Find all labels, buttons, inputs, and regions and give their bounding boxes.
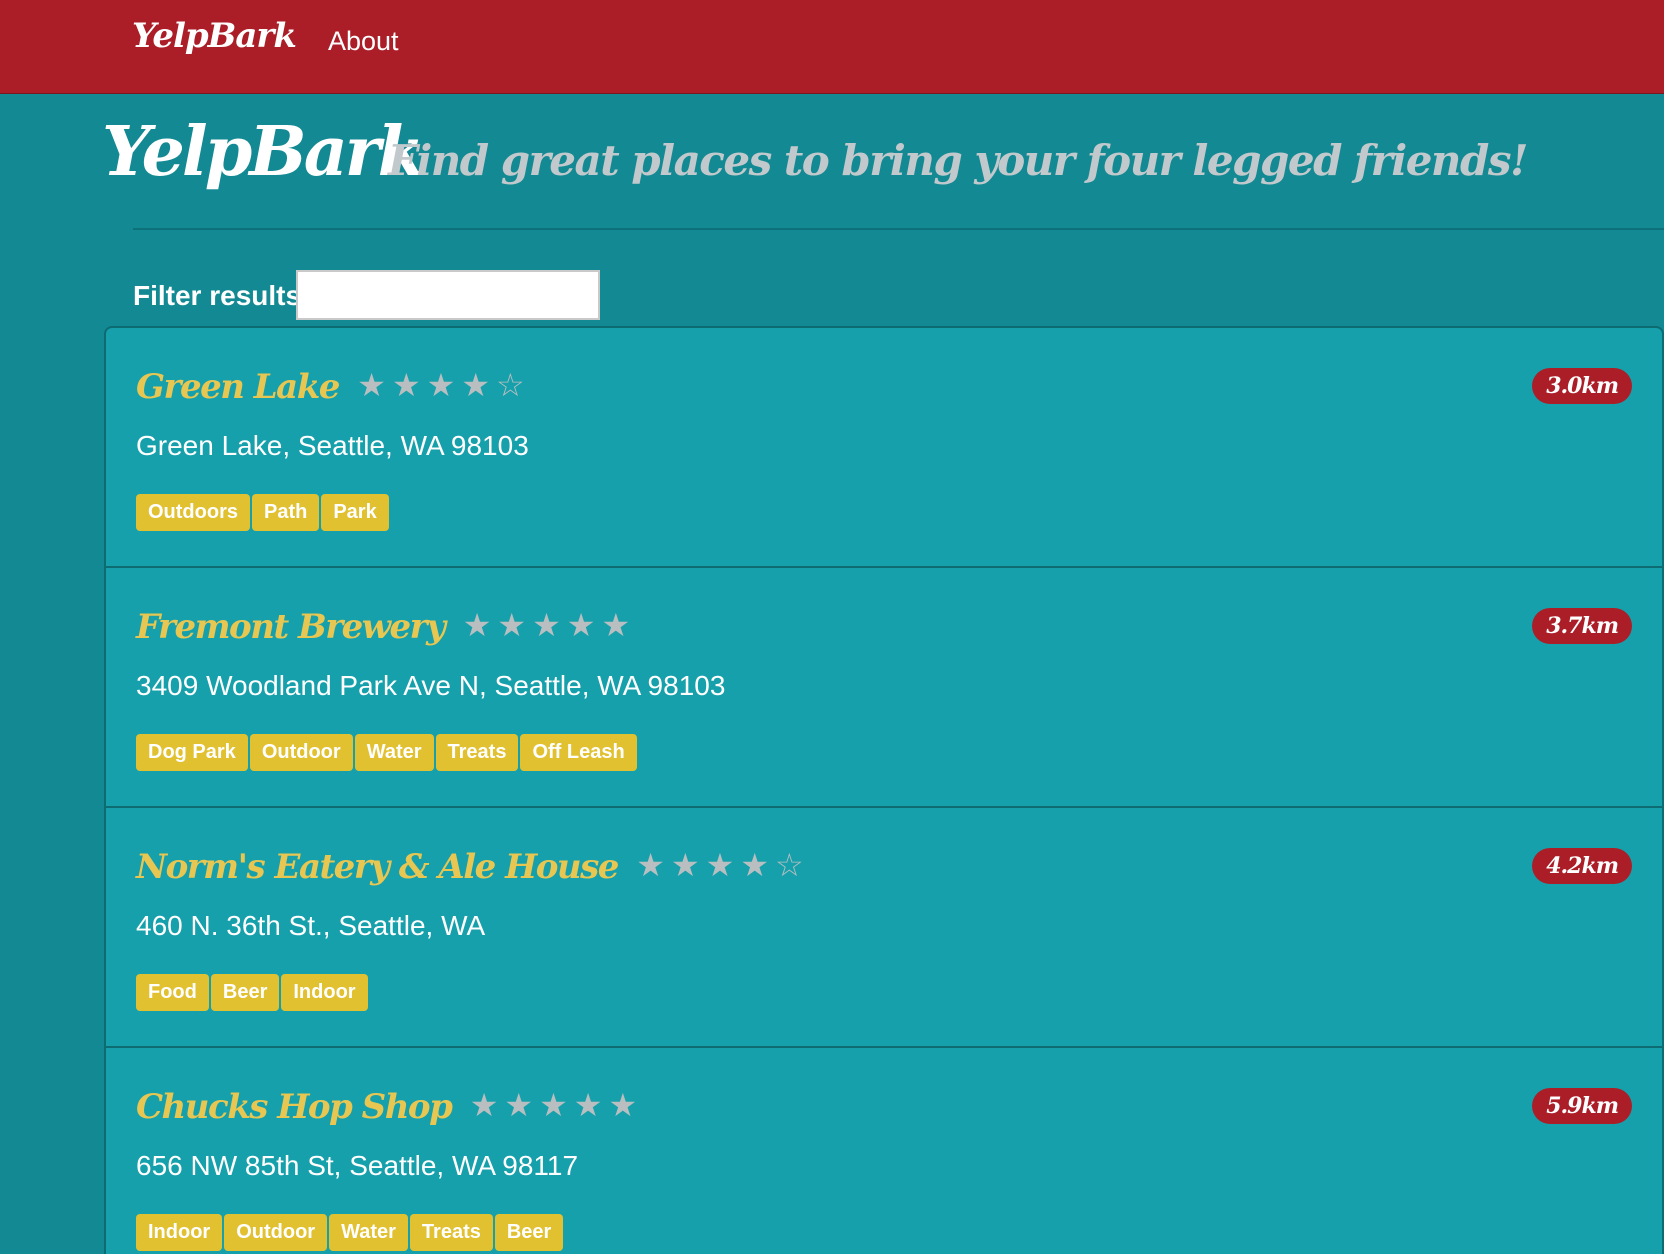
star-filled-icon: ★	[670, 846, 706, 884]
distance-badge: 5.9km	[1532, 1088, 1632, 1124]
tag-list: Indoor Outdoor Water Treats Beer	[136, 1214, 565, 1251]
star-filled-icon: ★	[462, 606, 498, 644]
star-filled-icon: ★	[705, 846, 741, 884]
star-filled-icon: ★	[391, 366, 427, 404]
filter-input[interactable]	[296, 270, 600, 320]
tag: Indoor	[281, 974, 368, 1011]
tag: Beer	[494, 1214, 564, 1251]
tag-list: Outdoors Path Park	[136, 494, 391, 531]
place-name: Norm's Eatery & Ale House	[136, 847, 619, 887]
star-empty-icon: ☆	[496, 366, 531, 404]
page-tagline: Find great places to bring your four leg…	[388, 136, 1528, 185]
place-address: 3409 Woodland Park Ave N, Seattle, WA 98…	[136, 670, 726, 701]
nav-about-link[interactable]: About	[328, 26, 399, 57]
star-rating: ★★★★★	[470, 1086, 643, 1124]
navbar-brand-link[interactable]: YelpBark	[132, 16, 297, 56]
filter-label: Filter results	[133, 280, 302, 311]
tag: Outdoor	[224, 1214, 328, 1251]
place-name: Chucks Hop Shop	[136, 1087, 453, 1127]
tag: Path	[252, 494, 320, 531]
tag: Outdoor	[249, 734, 353, 771]
star-filled-icon: ★	[497, 606, 533, 644]
star-filled-icon: ★	[740, 846, 776, 884]
place-list: Green Lake ★★★★☆ 3.0km Green Lake, Seatt…	[104, 326, 1664, 1254]
star-filled-icon: ★	[469, 1086, 505, 1124]
tag: Beer	[210, 974, 280, 1011]
star-filled-icon: ★	[357, 366, 392, 404]
star-filled-icon: ★	[504, 1086, 540, 1124]
tag: Treats	[435, 734, 519, 771]
place-name-row: Green Lake ★★★★☆	[136, 366, 531, 407]
star-filled-icon: ★	[532, 606, 567, 644]
star-rating: ★★★★☆	[636, 846, 809, 884]
tag: Outdoors	[136, 494, 250, 531]
page-title: YelpBark	[102, 112, 425, 192]
tag-list: Food Beer Indoor	[136, 974, 370, 1011]
place-address: Green Lake, Seattle, WA 98103	[136, 430, 529, 461]
distance-badge: 3.7km	[1532, 608, 1632, 644]
star-filled-icon: ★	[539, 1086, 574, 1124]
distance-badge: 4.2km	[1532, 848, 1632, 884]
place-item[interactable]: Green Lake ★★★★☆ 3.0km Green Lake, Seatt…	[106, 328, 1662, 568]
place-item[interactable]: Norm's Eatery & Ale House ★★★★☆ 4.2km 46…	[106, 808, 1662, 1048]
tag: Treats	[409, 1214, 493, 1251]
place-name-row: Fremont Brewery ★★★★★	[136, 606, 636, 647]
tag-list: Dog Park Outdoor Water Treats Off Leash	[136, 734, 639, 771]
star-filled-icon: ★	[566, 606, 602, 644]
star-empty-icon: ☆	[775, 846, 810, 884]
star-filled-icon: ★	[636, 846, 671, 884]
place-name-row: Norm's Eatery & Ale House ★★★★☆	[136, 846, 810, 887]
star-rating: ★★★★☆	[357, 366, 530, 404]
place-item[interactable]: Chucks Hop Shop ★★★★★ 5.9km 656 NW 85th …	[106, 1048, 1662, 1254]
star-rating: ★★★★★	[463, 606, 636, 644]
header-divider	[133, 228, 1664, 230]
tag: Dog Park	[136, 734, 248, 771]
tag: Water	[329, 1214, 408, 1251]
star-filled-icon: ★	[608, 1086, 644, 1124]
place-item[interactable]: Fremont Brewery ★★★★★ 3.7km 3409 Woodlan…	[106, 568, 1662, 808]
star-filled-icon: ★	[426, 366, 462, 404]
place-address: 460 N. 36th St., Seattle, WA	[136, 910, 486, 941]
place-name: Fremont Brewery	[136, 607, 446, 647]
distance-badge: 3.0km	[1532, 368, 1632, 404]
navbar: YelpBark About	[0, 0, 1664, 94]
star-filled-icon: ★	[461, 366, 496, 404]
tag: Off Leash	[520, 734, 637, 771]
tag: Food	[136, 974, 209, 1011]
place-name: Green Lake	[136, 367, 340, 407]
tag: Park	[321, 494, 389, 531]
tag: Water	[354, 734, 434, 771]
star-filled-icon: ★	[573, 1086, 609, 1124]
star-filled-icon: ★	[601, 606, 637, 644]
place-address: 656 NW 85th St, Seattle, WA 98117	[136, 1150, 579, 1181]
tag: Indoor	[136, 1214, 223, 1251]
place-name-row: Chucks Hop Shop ★★★★★	[136, 1086, 643, 1127]
